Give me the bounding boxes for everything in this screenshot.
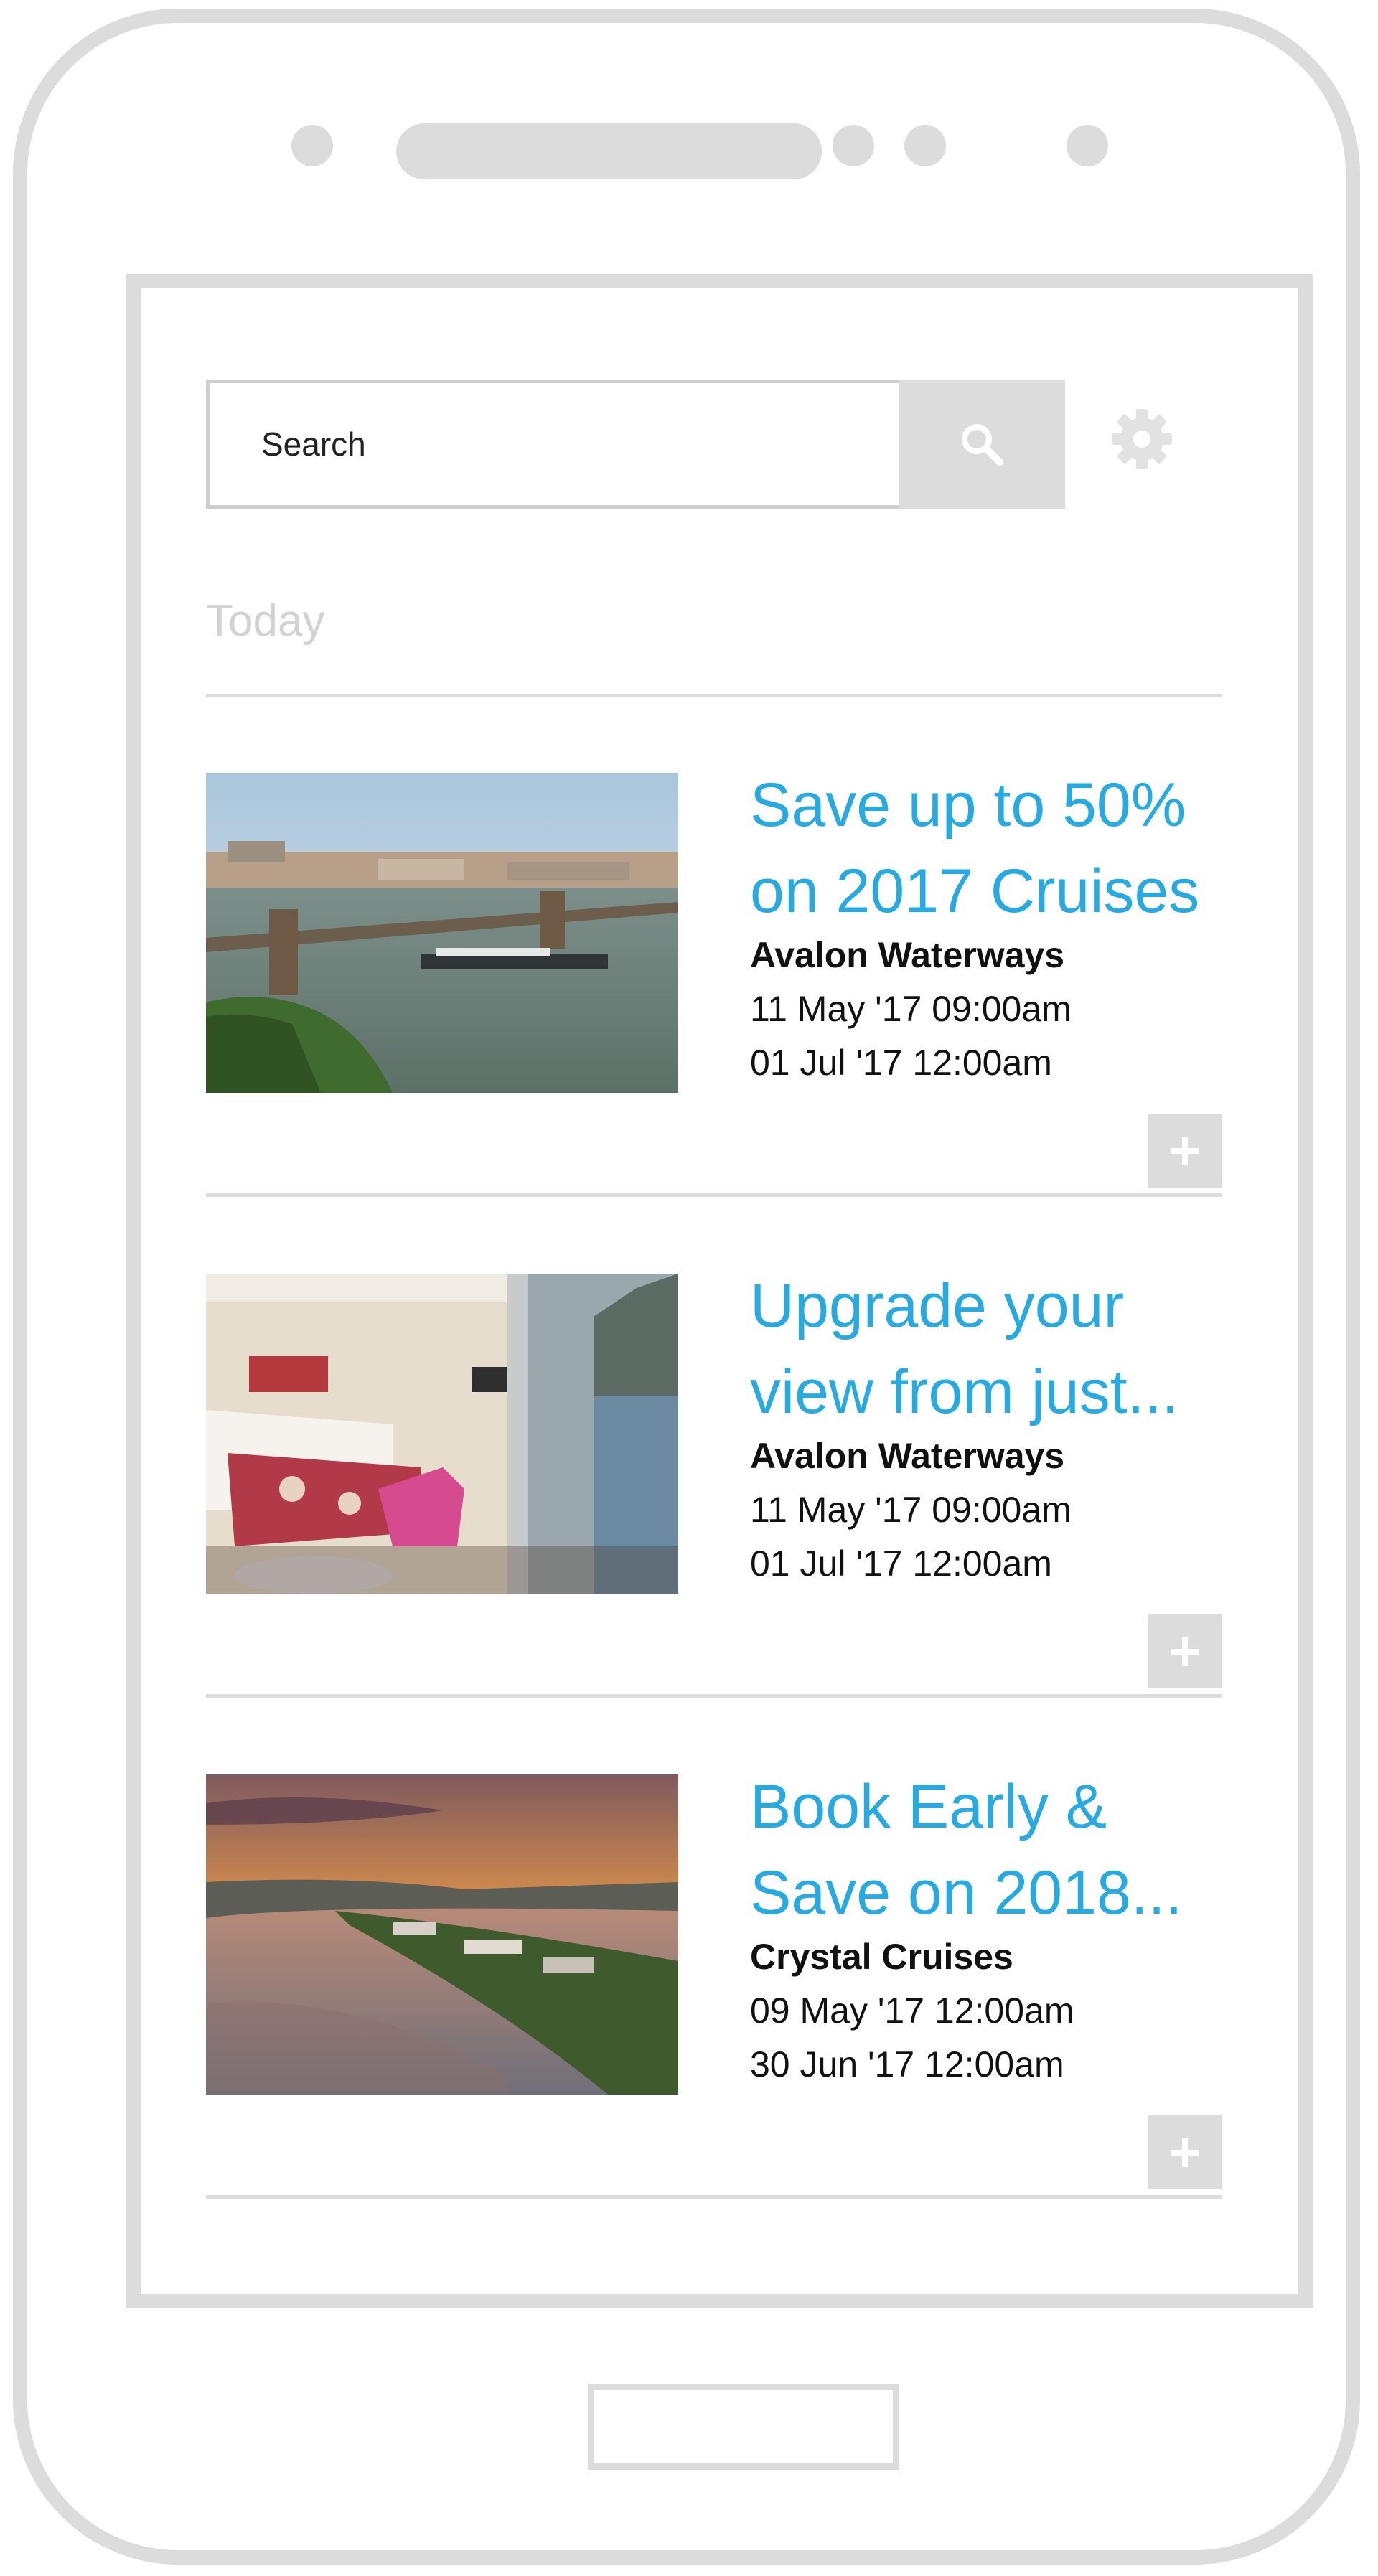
deal-image-city-river xyxy=(206,773,678,1093)
deal-end-date: 30 Jun '17 12:00am xyxy=(750,2044,1064,2084)
card-divider xyxy=(206,1193,1222,1197)
deal-vendor: Avalon Waterways xyxy=(750,1436,1065,1476)
add-button[interactable] xyxy=(1148,1614,1222,1688)
deal-title[interactable]: Book Early & Save on 2018... xyxy=(750,1764,1238,1936)
deal-title[interactable]: Save up to 50% on 2017 Cruises xyxy=(750,762,1238,934)
card-divider xyxy=(206,2195,1222,2199)
section-title: Today xyxy=(206,596,325,646)
deal-image-cabin-view xyxy=(206,1274,678,1594)
sensor-dot xyxy=(904,125,946,166)
deal-vendor: Crystal Cruises xyxy=(750,1937,1013,1977)
plus-icon xyxy=(1170,1637,1199,1666)
deal-end-date: 01 Jul '17 12:00am xyxy=(750,1043,1052,1083)
gear-icon[interactable] xyxy=(1110,407,1174,471)
card-divider xyxy=(206,1694,1222,1698)
deal-start-date: 09 May '17 12:00am xyxy=(750,1990,1074,2031)
search-input[interactable] xyxy=(206,380,902,509)
earpiece-speaker xyxy=(396,123,822,179)
deal-vendor: Avalon Waterways xyxy=(750,935,1065,975)
sensor-dot xyxy=(833,125,874,166)
phone-frame: Today xyxy=(13,9,1360,2565)
front-camera-dot xyxy=(291,125,333,166)
add-button[interactable] xyxy=(1148,1114,1222,1188)
deal-end-date: 01 Jul '17 12:00am xyxy=(750,1543,1052,1584)
search-button[interactable] xyxy=(899,380,1065,509)
deal-title[interactable]: Upgrade your view from just... xyxy=(750,1263,1238,1435)
deal-start-date: 11 May '17 09:00am xyxy=(750,989,1072,1029)
deal-start-date: 11 May '17 09:00am xyxy=(750,1490,1072,1530)
app-screen: Today xyxy=(126,274,1313,2308)
plus-icon xyxy=(1170,1136,1199,1165)
search-icon xyxy=(962,424,1003,466)
deal-image-sunset-river xyxy=(206,1774,678,2095)
home-button[interactable] xyxy=(588,2384,899,2470)
search-bar xyxy=(206,380,1065,509)
add-button[interactable] xyxy=(1148,2115,1222,2189)
deal-card[interactable]: Save up to 50% on 2017 Cruises Avalon Wa… xyxy=(206,771,1222,1203)
plus-icon xyxy=(1170,2138,1199,2167)
sensor-dot xyxy=(1067,125,1108,166)
deal-card[interactable]: Upgrade your view from just... Avalon Wa… xyxy=(206,1271,1222,1704)
deal-card[interactable]: Book Early & Save on 2018... Crystal Cru… xyxy=(206,1772,1222,2205)
section-divider xyxy=(206,694,1222,697)
